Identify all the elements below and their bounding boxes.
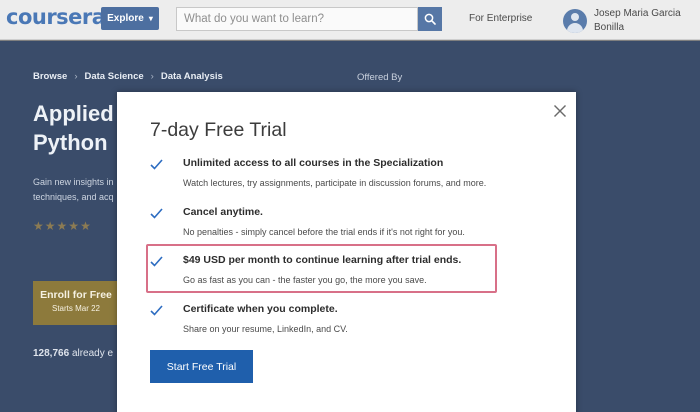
course-description-line1: Gain new insights in [33,177,114,187]
user-avatar-icon[interactable] [563,9,587,33]
course-description-line2: techniques, and acq [33,192,114,202]
star-icon: ★ [33,219,45,233]
benefit-item: Cancel anytime. No penalties - simply ca… [150,206,560,246]
checkmark-icon [150,159,163,170]
star-rating: ★★★★★ [33,219,92,233]
course-title-line1: Applied [33,101,114,126]
explore-button[interactable]: Explore ▾ [101,7,159,30]
benefit-title: Unlimited access to all courses in the S… [183,157,444,169]
checkmark-icon [150,256,163,267]
offered-by-label: Offered By [357,72,403,83]
benefit-title: $49 USD per month to continue learning a… [183,254,462,266]
benefit-title: Cancel anytime. [183,206,263,218]
breadcrumb-item[interactable]: Data Science [85,71,144,82]
breadcrumb-item[interactable]: Browse [33,71,67,82]
course-title-line2: Python [33,130,108,155]
explore-label: Explore [107,13,144,24]
course-description: Gain new insights in techniques, and acq [33,175,118,205]
modal-title: 7-day Free Trial [150,119,287,141]
coursera-logo[interactable]: coursera [6,5,106,29]
benefit-description: No penalties - simply cancel before the … [183,227,465,237]
user-name[interactable]: Josep Maria Garcia Bonilla [594,7,698,35]
enroll-start-date: Starts Mar 22 [51,304,100,313]
chevron-down-icon: ▾ [148,14,153,23]
enroll-label: Enroll for Free [40,289,112,301]
star-icon: ★ [56,219,69,233]
star-icon: ★ [68,219,81,233]
enrolled-number: 128,766 [33,348,70,359]
course-title: Applied Python [33,99,123,157]
breadcrumb: Browse › Data Science › Data Analysis [33,71,223,82]
star-icon: ★ [44,219,57,233]
enrolled-count: 128,766 already e [33,348,118,359]
search-button[interactable] [418,7,442,31]
start-free-trial-button[interactable]: Start Free Trial [150,350,253,383]
chevron-right-icon: › [150,71,154,82]
chevron-right-icon: › [74,71,78,82]
benefit-item: Certificate when you complete. Share on … [150,303,560,343]
star-half-icon: ★ [80,219,92,233]
search-icon [424,13,436,25]
user-name-line1: Josep Maria Garcia [594,8,681,19]
benefit-description: Go as fast as you can - the faster you g… [183,275,427,285]
benefit-description: Share on your resume, LinkedIn, and CV. [183,324,348,334]
benefit-description: Watch lectures, try assignments, partici… [183,178,487,188]
benefit-item-highlighted: $49 USD per month to continue learning a… [150,254,560,294]
top-navigation-bar: coursera Explore ▾ For Enterprise Josep … [0,0,700,40]
checkmark-icon [150,208,163,219]
enrolled-text: already e [71,348,114,359]
user-name-line2: Bonilla [594,22,625,33]
close-icon[interactable] [553,104,567,118]
benefit-item: Unlimited access to all courses in the S… [150,157,560,197]
benefit-title: Certificate when you complete. [183,303,338,315]
enroll-button[interactable]: Enroll for Free Starts Mar 22 [33,281,119,325]
checkmark-icon [150,305,163,316]
for-enterprise-link[interactable]: For Enterprise [469,13,532,24]
free-trial-modal: 7-day Free Trial Unlimited access to all… [117,92,576,412]
search-input[interactable] [176,7,418,31]
breadcrumb-item[interactable]: Data Analysis [161,71,223,82]
